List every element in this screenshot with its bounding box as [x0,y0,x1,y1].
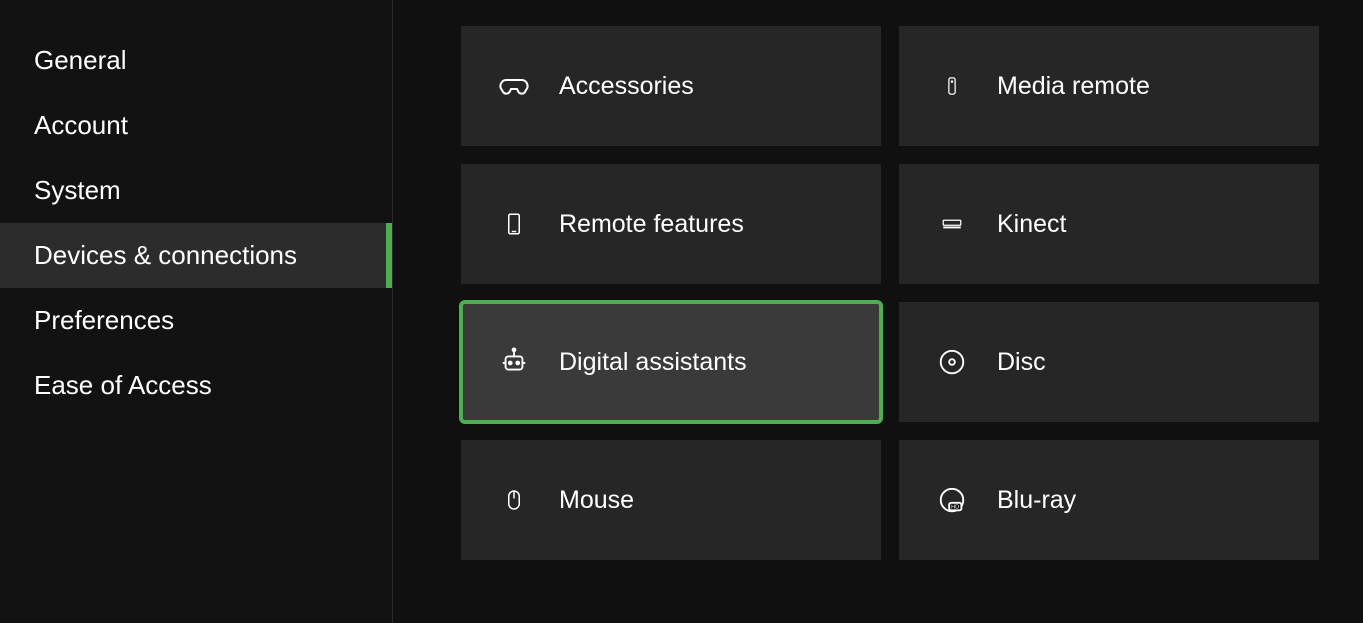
sidebar-item-account[interactable]: Account [0,93,392,158]
tile-label: Media remote [997,72,1150,101]
robot-icon [497,345,531,379]
tile-disc[interactable]: Disc [899,302,1319,422]
tile-grid: Accessories Media remote Remote features [461,26,1363,560]
tile-label: Accessories [559,72,694,101]
controller-icon [497,69,531,103]
sidebar-item-label: Ease of Access [34,370,212,401]
sidebar-item-ease-of-access[interactable]: Ease of Access [0,353,392,418]
tile-remote-features[interactable]: Remote features [461,164,881,284]
sidebar-item-label: Preferences [34,305,174,336]
sidebar-item-label: Devices & connections [34,240,297,271]
tile-label: Blu-ray [997,486,1076,515]
tile-label: Disc [997,348,1046,377]
sidebar-item-devices-connections[interactable]: Devices & connections [0,223,392,288]
kinect-icon [935,207,969,241]
disc-icon [935,345,969,379]
tile-mouse[interactable]: Mouse [461,440,881,560]
sidebar-item-preferences[interactable]: Preferences [0,288,392,353]
main-content: Accessories Media remote Remote features [393,0,1363,623]
tile-label: Digital assistants [559,348,747,377]
remote-icon [935,69,969,103]
sidebar-item-label: Account [34,110,128,141]
tile-label: Remote features [559,210,744,239]
settings-sidebar: General Account System Devices & connect… [0,0,393,623]
tile-blu-ray[interactable]: HD Blu-ray [899,440,1319,560]
tile-accessories[interactable]: Accessories [461,26,881,146]
sidebar-item-system[interactable]: System [0,158,392,223]
tile-digital-assistants[interactable]: Digital assistants [461,302,881,422]
sidebar-item-general[interactable]: General [0,28,392,93]
sidebar-item-label: General [34,45,127,76]
tile-label: Kinect [997,210,1066,239]
svg-text:HD: HD [951,504,959,510]
tile-kinect[interactable]: Kinect [899,164,1319,284]
bluray-icon: HD [935,483,969,517]
phone-icon [497,207,531,241]
tile-media-remote[interactable]: Media remote [899,26,1319,146]
tile-label: Mouse [559,486,634,515]
sidebar-item-label: System [34,175,121,206]
mouse-icon [497,483,531,517]
